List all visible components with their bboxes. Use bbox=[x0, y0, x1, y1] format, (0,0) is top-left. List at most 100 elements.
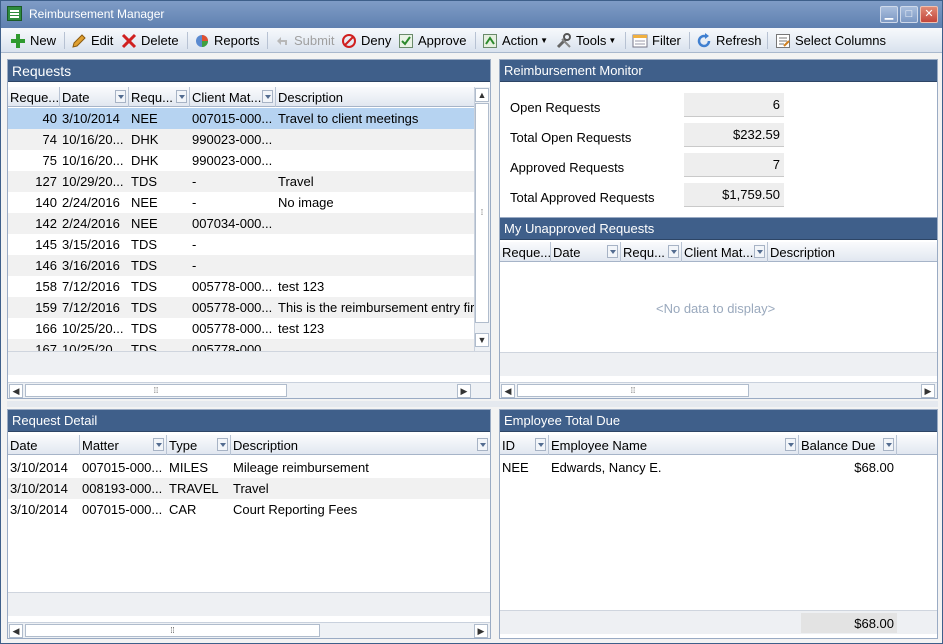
unapproved-grid-header: Reque... Date Requ... Client Mat... Desc… bbox=[500, 242, 937, 262]
requests-row[interactable]: 158 7/12/2016 TDS 005778-000... test 123 bbox=[8, 276, 474, 297]
select-columns-button[interactable]: Select Columns bbox=[775, 30, 886, 51]
filter-dropdown-icon[interactable] bbox=[262, 90, 273, 103]
action-label: Action bbox=[502, 33, 539, 48]
detail-row[interactable]: 3/10/2014 008193-000... TRAVEL Travel bbox=[8, 478, 490, 499]
col-requester[interactable]: Requ... bbox=[621, 242, 682, 262]
filter-dropdown-icon[interactable] bbox=[668, 245, 679, 258]
requests-row[interactable]: 74 10/16/20... DHK 990023-000... bbox=[8, 129, 474, 150]
scroll-thumb[interactable]: ⁞⁞ bbox=[25, 624, 320, 637]
requests-row[interactable]: 127 10/29/20... TDS - Travel bbox=[8, 171, 474, 192]
col-request[interactable]: Reque... bbox=[500, 242, 551, 262]
filter-dropdown-icon[interactable] bbox=[754, 245, 765, 258]
filter-button[interactable]: Filter bbox=[632, 30, 681, 51]
delete-button[interactable]: Delete bbox=[121, 30, 179, 51]
filter-dropdown-icon[interactable] bbox=[217, 438, 228, 451]
requests-row[interactable]: 159 7/12/2016 TDS 005778-000... This is the … bbox=[8, 297, 474, 318]
col-client-matter[interactable]: Client Mat... bbox=[190, 87, 276, 107]
detail-cell: CAR bbox=[169, 502, 197, 517]
scroll-right-icon[interactable]: ▶ bbox=[474, 624, 488, 638]
col-description[interactable]: Description bbox=[768, 242, 937, 262]
scroll-left-icon[interactable]: ◀ bbox=[9, 624, 23, 638]
col-client-matter[interactable]: Client Mat... bbox=[682, 242, 768, 262]
requests-footer bbox=[8, 351, 490, 375]
col-date[interactable]: Date bbox=[8, 435, 80, 455]
col-matter[interactable]: Matter bbox=[80, 435, 167, 455]
employee-row[interactable]: NEE Edwards, Nancy E. $68.00 bbox=[500, 457, 937, 478]
col-date[interactable]: Date bbox=[551, 242, 621, 262]
requests-cell: This is the reimbursement entry fir bbox=[278, 300, 474, 315]
filter-dropdown-icon[interactable] bbox=[115, 90, 126, 103]
open-requests-label: Open Requests bbox=[510, 100, 601, 115]
col-description[interactable]: Description bbox=[276, 87, 474, 107]
deny-icon bbox=[341, 33, 357, 49]
pencil-icon bbox=[71, 33, 87, 49]
requests-row[interactable]: 145 3/15/2016 TDS - bbox=[8, 234, 474, 255]
requests-row[interactable]: 146 3/16/2016 TDS - bbox=[8, 255, 474, 276]
scroll-right-icon[interactable]: ▶ bbox=[921, 384, 935, 398]
minimize-button[interactable]: ▁ bbox=[880, 6, 898, 23]
detail-cell: 3/10/2014 bbox=[10, 502, 68, 517]
unapproved-hscroll[interactable]: ◀ ⁞⁞ ▶ bbox=[500, 382, 937, 398]
filter-dropdown-icon[interactable] bbox=[153, 438, 164, 451]
scroll-right-icon[interactable]: ▶ bbox=[457, 384, 471, 398]
detail-cell: MILES bbox=[169, 460, 209, 475]
balance-total: $68.00 bbox=[801, 613, 897, 633]
filter-dropdown-icon[interactable] bbox=[883, 438, 894, 451]
col-date[interactable]: Date bbox=[60, 87, 129, 107]
col-description[interactable]: Description bbox=[231, 435, 490, 455]
total-open-requests-value: $232.59 bbox=[684, 123, 784, 147]
requests-cell: 3/15/2016 bbox=[62, 237, 120, 252]
detail-cell: Court Reporting Fees bbox=[233, 502, 358, 517]
edit-button[interactable]: Edit bbox=[71, 30, 113, 51]
requests-row[interactable]: 75 10/16/20... DHK 990023-000... bbox=[8, 150, 474, 171]
employee-footer: $68.00 bbox=[500, 610, 937, 634]
submit-label: Submit bbox=[294, 33, 335, 48]
action-menu[interactable]: Action ▼ bbox=[482, 30, 548, 51]
requests-cell: 005778-000... bbox=[192, 321, 273, 336]
submit-button[interactable]: Submit bbox=[274, 30, 334, 51]
col-employee-name[interactable]: Employee Name bbox=[549, 435, 799, 455]
edit-label: Edit bbox=[91, 33, 114, 48]
filter-dropdown-icon[interactable] bbox=[785, 438, 796, 451]
requests-vscroll[interactable]: ▲ ⁞ ▼ bbox=[474, 87, 490, 351]
requests-row[interactable]: 140 2/24/2016 NEE - No image bbox=[8, 192, 474, 213]
refresh-button[interactable]: Refresh bbox=[696, 30, 762, 51]
col-type[interactable]: Type bbox=[167, 435, 231, 455]
requests-hscroll[interactable]: ◀ ⁞⁞ ▶ bbox=[8, 382, 490, 398]
scroll-down-icon[interactable]: ▼ bbox=[475, 333, 489, 347]
scroll-left-icon[interactable]: ◀ bbox=[9, 384, 23, 398]
scroll-thumb[interactable]: ⁞⁞ bbox=[25, 384, 287, 397]
requests-row[interactable]: 166 10/25/20... TDS 005778-000... test 123 bbox=[8, 318, 474, 339]
scroll-up-icon[interactable]: ▲ bbox=[475, 88, 489, 102]
filter-dropdown-icon[interactable] bbox=[477, 438, 488, 451]
col-request[interactable]: Reque... bbox=[8, 87, 60, 107]
deny-button[interactable]: Deny bbox=[341, 30, 391, 51]
requests-row[interactable]: 40 3/10/2014 NEE 007015-000... Travel to cli… bbox=[8, 108, 474, 129]
filter-dropdown-icon[interactable] bbox=[535, 438, 546, 451]
approve-button[interactable]: Approve bbox=[398, 30, 466, 51]
detail-row[interactable]: 3/10/2014 007015-000... CAR Court Reporting… bbox=[8, 499, 490, 520]
close-button[interactable]: ✕ bbox=[920, 6, 938, 23]
requests-row[interactable]: 142 2/24/2016 NEE 007034-000... bbox=[8, 213, 474, 234]
detail-hscroll[interactable]: ◀ ⁞⁞ ▶ bbox=[8, 622, 490, 638]
detail-cell: Travel bbox=[233, 481, 269, 496]
col-balance-due[interactable]: Balance Due bbox=[799, 435, 897, 455]
reports-button[interactable]: Reports bbox=[194, 30, 260, 51]
approved-requests-label: Approved Requests bbox=[510, 160, 625, 175]
horizontal-splitter[interactable] bbox=[7, 401, 938, 407]
scroll-thumb[interactable]: ⁞ bbox=[475, 103, 489, 323]
scroll-left-icon[interactable]: ◀ bbox=[501, 384, 515, 398]
requests-cell: NEE bbox=[131, 111, 158, 126]
requests-cell: TDS bbox=[131, 237, 157, 252]
maximize-button[interactable]: □ bbox=[900, 6, 918, 23]
tools-menu[interactable]: Tools ▼ bbox=[556, 30, 616, 51]
detail-cell: TRAVEL bbox=[169, 481, 219, 496]
new-button[interactable]: New bbox=[10, 30, 56, 51]
filter-dropdown-icon[interactable] bbox=[607, 245, 618, 258]
col-requester[interactable]: Requ... bbox=[129, 87, 190, 107]
col-id[interactable]: ID bbox=[500, 435, 549, 455]
refresh-icon bbox=[696, 32, 712, 49]
detail-row[interactable]: 3/10/2014 007015-000... MILES Mileage reimb… bbox=[8, 457, 490, 478]
filter-dropdown-icon[interactable] bbox=[176, 90, 187, 103]
scroll-thumb[interactable]: ⁞⁞ bbox=[517, 384, 749, 397]
